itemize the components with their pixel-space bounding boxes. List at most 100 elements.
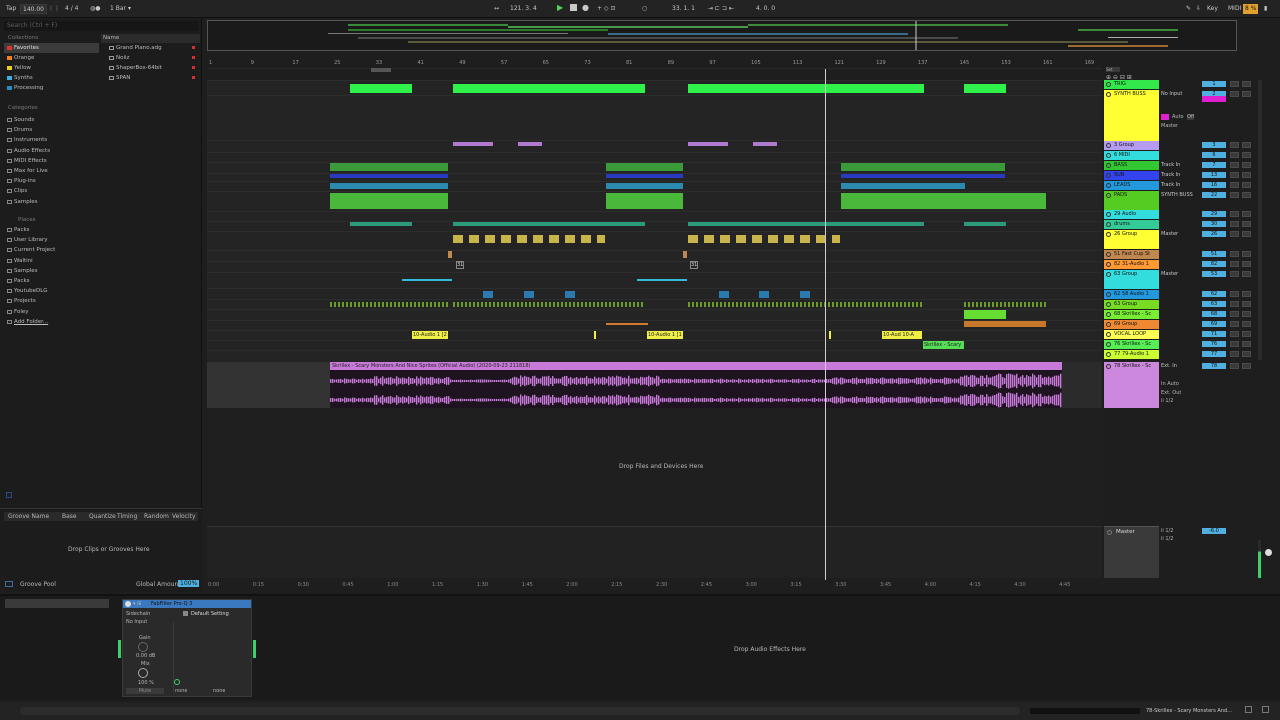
track-volume[interactable]: 26 — [1202, 231, 1226, 237]
clip-pads[interactable] — [841, 193, 1046, 209]
browser-file-item[interactable]: Grand Piano.adg — [106, 43, 162, 53]
tempo-field[interactable]: 140.00 — [20, 4, 47, 14]
track-input-select[interactable]: Track In — [1161, 162, 1180, 168]
chevron-down-icon[interactable]: ▾ — [128, 4, 131, 14]
solo-button[interactable] — [1230, 231, 1239, 237]
clip-skrillex-76[interactable]: Skrillex - Scary — [923, 341, 964, 349]
metronome-icon[interactable]: ⋮⋮ — [48, 4, 60, 14]
track-volume[interactable]: 71 — [1202, 331, 1226, 337]
track-volume[interactable]: 77 — [1202, 351, 1226, 357]
collection-synths[interactable]: Synths — [4, 73, 33, 83]
groove-pool-icon[interactable] — [5, 581, 13, 587]
solo-button[interactable] — [1230, 341, 1239, 347]
clip-group26[interactable] — [453, 235, 605, 243]
clip-group3[interactable] — [688, 142, 728, 146]
preset-save-icon[interactable] — [183, 611, 188, 616]
arm-button[interactable] — [1242, 271, 1251, 277]
track-volume[interactable]: 3 — [1202, 142, 1226, 148]
solo-button[interactable] — [1230, 211, 1239, 217]
playhead[interactable] — [825, 69, 826, 580]
groove-timing-header[interactable]: Timing — [117, 513, 137, 520]
clip-trig[interactable] — [688, 84, 924, 93]
collection-processing[interactable]: Processing — [4, 83, 43, 93]
clip-group63b[interactable] — [330, 302, 448, 307]
solo-button[interactable] — [1230, 301, 1239, 307]
track-volume[interactable]: 29 — [1202, 211, 1226, 217]
arm-button[interactable] — [1242, 311, 1251, 317]
expand-icon[interactable] — [1262, 706, 1269, 713]
track-input-select[interactable]: Track In — [1161, 182, 1180, 188]
arm-button[interactable] — [1242, 363, 1251, 369]
arm-button[interactable] — [1242, 321, 1251, 327]
clip-drums[interactable] — [964, 222, 1006, 226]
solo-button[interactable] — [1230, 81, 1239, 87]
ext-out-select[interactable]: Ext. Out — [1161, 390, 1181, 396]
loop-icon[interactable]: ○ — [642, 4, 647, 14]
clip-group69[interactable] — [606, 323, 648, 325]
arm-button[interactable] — [1242, 301, 1251, 307]
clip-sub[interactable] — [841, 174, 1005, 178]
name-column-header[interactable]: Name — [101, 34, 200, 43]
global-amount-field[interactable]: 100% — [178, 580, 200, 587]
arm-button[interactable] — [1242, 261, 1251, 267]
beat-ruler[interactable]: 1 9 17 25 33 41 49 57 65 73 81 89 97 105 113 121 129 137 1… — [207, 59, 1102, 69]
clip-leads[interactable] — [330, 183, 448, 189]
track-volume[interactable]: 13 — [1202, 172, 1226, 178]
track-volume[interactable]: 78 — [1202, 363, 1226, 369]
arm-button[interactable] — [1242, 91, 1251, 97]
macro-none-1[interactable]: none — [175, 688, 187, 694]
horizontal-scrollbar[interactable] — [20, 707, 1020, 715]
arm-button[interactable] — [1242, 341, 1251, 347]
favorite-icon[interactable] — [192, 66, 195, 69]
play-icon[interactable]: ▶ — [557, 3, 563, 13]
clip-audio-62[interactable] — [719, 291, 729, 298]
clip-drums[interactable] — [688, 222, 924, 226]
midi-map-button[interactable]: MIDI — [1228, 4, 1241, 14]
set-button[interactable]: Set — [1106, 67, 1120, 72]
fold-icon[interactable] — [1106, 364, 1111, 369]
browser-file-item[interactable]: SPAN — [106, 73, 130, 83]
place-item[interactable]: Current Project — [4, 245, 55, 255]
solo-button[interactable] — [1230, 321, 1239, 327]
category-item[interactable]: Plug-ins — [4, 176, 36, 186]
solo-button[interactable] — [1230, 172, 1239, 178]
clip-trig[interactable] — [453, 84, 645, 93]
time-signature-field[interactable]: 4 / 4 — [65, 4, 78, 14]
category-item[interactable]: Max for Live — [4, 166, 48, 176]
clip-vocal-loop[interactable]: 10-Aud 10-A — [882, 331, 922, 339]
place-item[interactable]: Add Folder... — [4, 317, 48, 327]
output-select[interactable]: Master — [1161, 123, 1178, 129]
place-item[interactable]: Packs — [4, 276, 30, 286]
collection-yellow[interactable]: Yellow — [4, 63, 31, 73]
pencil-icon[interactable]: ✎ — [1186, 4, 1191, 14]
track-input-select[interactable]: No Input — [1161, 91, 1182, 97]
solo-button[interactable] — [1230, 142, 1239, 148]
solo-button[interactable] — [1230, 221, 1239, 227]
category-item[interactable]: Samples — [4, 197, 38, 207]
clip-group69[interactable] — [964, 321, 1046, 327]
off-label[interactable]: Off — [1187, 114, 1195, 120]
master-io-2[interactable]: ii 1/2 — [1161, 536, 1173, 542]
arm-button[interactable] — [1242, 291, 1251, 297]
track-input-select[interactable]: Master — [1161, 231, 1178, 237]
song-position-field[interactable]: 121. 3. 4 — [510, 4, 537, 14]
clip-fastcup[interactable] — [683, 251, 687, 258]
solo-button[interactable] — [1230, 162, 1239, 168]
solo-button[interactable] — [1230, 182, 1239, 188]
clip-bass[interactable] — [841, 163, 1005, 171]
clip-group63[interactable] — [637, 279, 687, 281]
clip-pads[interactable] — [606, 193, 683, 209]
track-volume[interactable]: 7 — [1202, 162, 1226, 168]
arm-button[interactable] — [1242, 162, 1251, 168]
category-item[interactable]: MIDI Effects — [4, 156, 47, 166]
favorite-icon[interactable] — [192, 76, 195, 79]
clip-vocal-loop[interactable]: 10-Audio 1 [1 — [647, 331, 683, 339]
place-item[interactable]: Foley — [4, 307, 29, 317]
arrangement-overview[interactable] — [207, 20, 1237, 51]
record-mode-icon[interactable]: ◍● — [90, 4, 100, 14]
track-header[interactable]: 78 Skrillex - Sc — [1104, 362, 1159, 408]
clip-leads[interactable] — [841, 183, 965, 189]
mix-knob[interactable] — [138, 668, 148, 678]
mute-button[interactable]: Mute — [126, 688, 164, 694]
category-item[interactable]: Instruments — [4, 135, 47, 145]
